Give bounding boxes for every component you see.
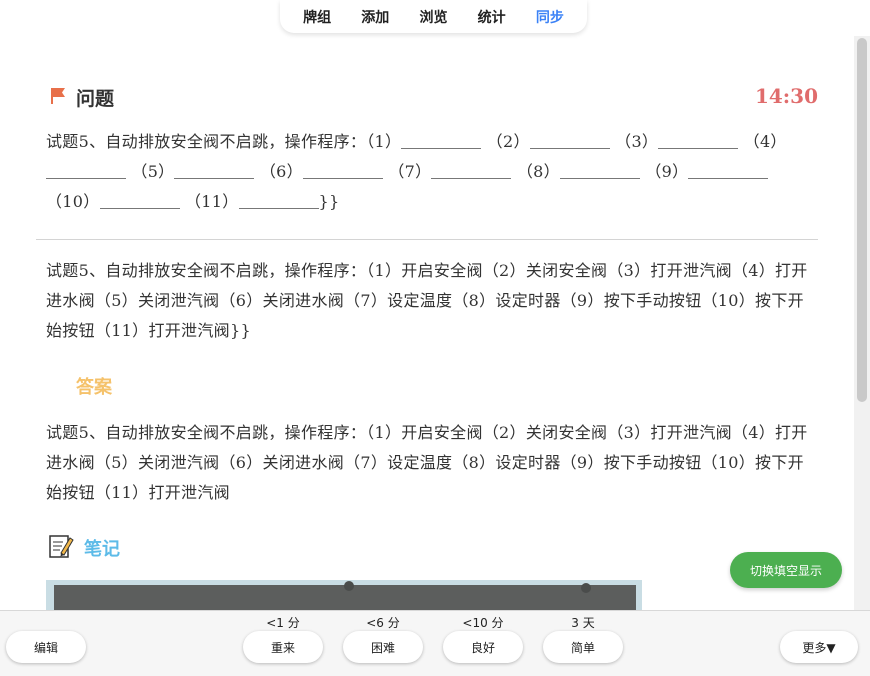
blank-line xyxy=(431,161,512,179)
blank-label: （5） xyxy=(131,162,175,181)
notes-title: 笔记 xyxy=(84,539,120,560)
easy-button[interactable]: 简单 xyxy=(543,631,623,663)
question-text: 试题5、自动排放安全阀不启跳，操作程序：（1） （2） （3） （4） （5） … xyxy=(46,127,818,217)
question-prompt: 试题5、自动排放安全阀不启跳，操作程序： xyxy=(46,132,367,151)
blank-line xyxy=(302,161,383,179)
blank-label: （11） xyxy=(184,192,239,211)
answer-text: 试题5、自动排放安全阀不启跳，操作程序：（1）开启安全阀（2）关闭安全阀（3）打… xyxy=(46,423,808,502)
again-button[interactable]: 重来 xyxy=(243,631,323,663)
blank-label: （4） xyxy=(743,132,787,151)
interval-good: <10 分 xyxy=(462,616,504,630)
blank-line xyxy=(559,161,640,179)
blank-line xyxy=(46,161,126,179)
blank-line xyxy=(658,131,739,149)
note-image-detail xyxy=(344,581,354,591)
question-header: 问题 14:30 xyxy=(50,84,820,110)
tab-browse[interactable]: 浏览 xyxy=(419,7,447,27)
tab-add[interactable]: 添加 xyxy=(361,7,389,27)
top-nav: 牌组 添加 浏览 统计 同步 xyxy=(280,0,587,33)
more-button[interactable]: 更多▼ xyxy=(780,631,858,663)
blank-label: （2） xyxy=(486,132,530,151)
blank-line xyxy=(99,191,180,209)
note-image xyxy=(46,580,642,610)
blank-line xyxy=(238,191,319,209)
full-question-text: 试题5、自动排放安全阀不启跳，操作程序：（1）开启安全阀（2）关闭安全阀（3）打… xyxy=(46,261,808,340)
blank-label: （1） xyxy=(366,132,402,151)
tab-stats[interactable]: 统计 xyxy=(478,7,506,27)
scrollbar-thumb[interactable] xyxy=(857,38,867,402)
answer-title: 答案 xyxy=(76,377,112,398)
good-button[interactable]: 良好 xyxy=(443,631,523,663)
blank-line xyxy=(174,161,255,179)
blank-line xyxy=(529,131,610,149)
interval-again: <1 分 xyxy=(266,616,300,630)
blank-label: （10） xyxy=(46,192,100,211)
memo-icon xyxy=(49,535,74,558)
timer: 14:30 xyxy=(754,84,818,108)
question-title: 问题 xyxy=(76,88,115,110)
answer-bar: 编辑 <1 分 重来 <6 分 困难 <10 分 良好 3 天 简单 更多▼ xyxy=(0,610,870,676)
blank-line xyxy=(688,161,769,179)
question-suffix: }} xyxy=(318,192,340,211)
card-content: 问题 14:30 试题5、自动排放安全阀不启跳，操作程序：（1） （2） （3）… xyxy=(0,0,854,610)
toggle-cloze-button[interactable]: 切换填空显示 xyxy=(730,552,842,588)
tab-decks[interactable]: 牌组 xyxy=(303,7,331,27)
edit-button[interactable]: 编辑 xyxy=(6,631,86,663)
blank-label: （6） xyxy=(259,162,303,181)
tab-sync[interactable]: 同步 xyxy=(536,7,564,27)
interval-easy: 3 天 xyxy=(571,616,595,630)
blank-label: （8） xyxy=(516,162,560,181)
note-image-detail xyxy=(581,583,591,593)
hard-button[interactable]: 困难 xyxy=(343,631,423,663)
divider xyxy=(36,239,818,240)
blank-label: （7） xyxy=(388,162,432,181)
blank-label: （3） xyxy=(615,132,659,151)
blank-line xyxy=(401,131,482,149)
blank-label: （9） xyxy=(645,162,689,181)
interval-hard: <6 分 xyxy=(366,616,400,630)
flag-icon xyxy=(51,88,65,104)
